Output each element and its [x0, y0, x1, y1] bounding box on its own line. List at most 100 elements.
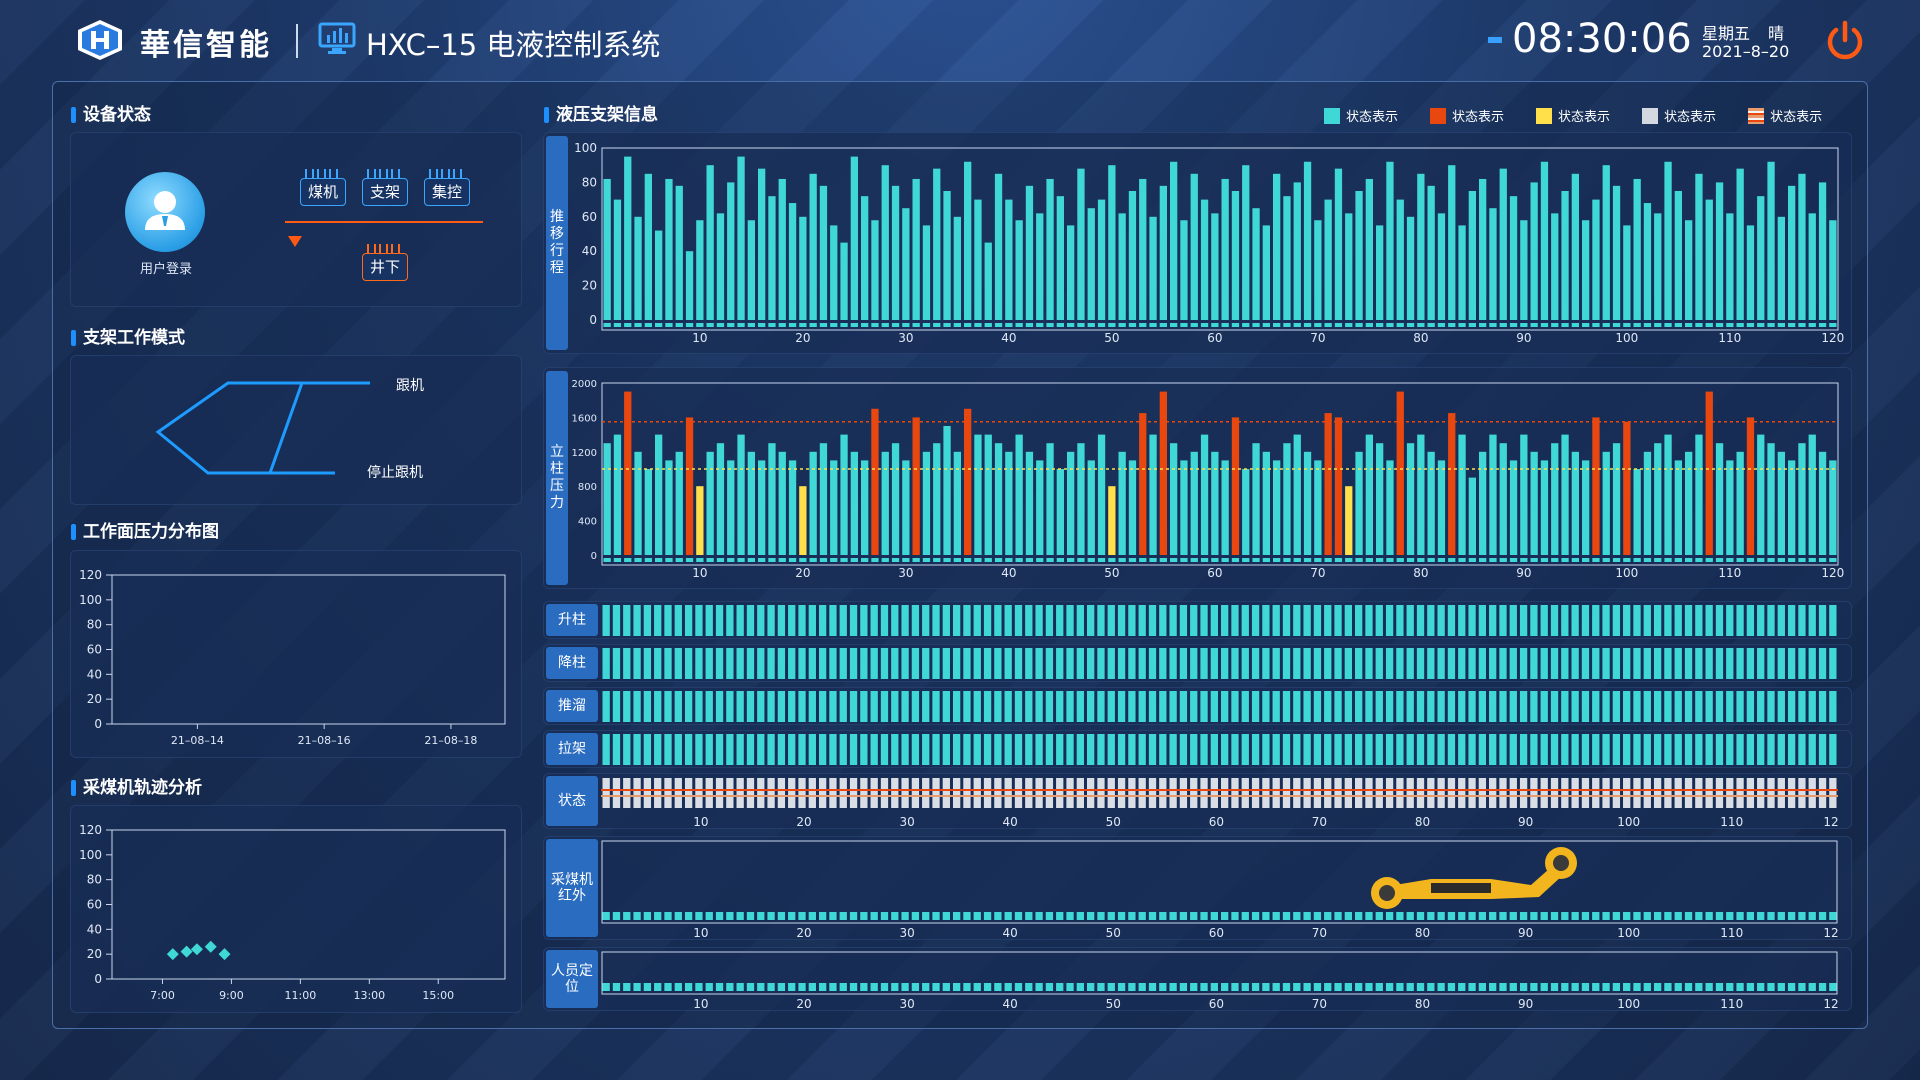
shearer-label[interactable]: 采煤机红外: [546, 839, 598, 937]
base-tick: [1685, 323, 1693, 327]
segment: [1097, 648, 1105, 679]
x-tick-label: 11:00: [285, 989, 317, 1002]
raise-strip: [602, 605, 1837, 636]
x-tick-label: 40: [1003, 997, 1018, 1011]
base-tick: [1520, 323, 1528, 327]
base-tick: [1746, 323, 1755, 327]
base-tick: [1108, 558, 1116, 562]
segment: [746, 648, 755, 679]
base-tick: [1654, 323, 1662, 327]
segment: [777, 648, 786, 679]
segment: [1695, 648, 1703, 679]
bar: [758, 460, 766, 555]
bar: [727, 182, 735, 320]
x-tick-label: 40: [1003, 926, 1018, 940]
segment: [1128, 691, 1136, 722]
shearer-cell: [1684, 912, 1693, 920]
segment: [1406, 691, 1414, 722]
segment: [643, 605, 652, 636]
support-button[interactable]: 支架: [362, 169, 408, 206]
y-tick-label: 400: [578, 517, 597, 528]
base-tick: [1036, 558, 1044, 562]
x-tick-label: 60: [1209, 997, 1224, 1011]
legend-swatch-yellow: [1536, 107, 1553, 124]
bar: [1829, 460, 1837, 555]
personnel-label[interactable]: 人员定位: [546, 950, 598, 1008]
shearer-cell: [1385, 912, 1394, 920]
segment: [1097, 691, 1105, 722]
coal-machine-button[interactable]: 煤机: [300, 169, 346, 206]
status-cell: [1004, 778, 1012, 808]
personnel-cell: [952, 983, 961, 991]
segment: [736, 605, 744, 636]
base-tick: [1592, 323, 1600, 327]
central-control-button[interactable]: 集控: [424, 169, 470, 206]
personnel-cell: [1004, 983, 1012, 991]
status-label[interactable]: 状态: [546, 776, 598, 826]
user-avatar[interactable]: [125, 172, 205, 252]
personnel-cell: [818, 983, 827, 991]
segment: [602, 648, 610, 679]
segment: [1056, 734, 1064, 765]
follow-mode-label[interactable]: 跟机: [396, 375, 424, 395]
base-tick: [974, 558, 982, 562]
bar: [1334, 168, 1343, 320]
segment: [788, 734, 796, 765]
bar: [1242, 165, 1250, 320]
segment: [911, 648, 920, 679]
segment: [715, 648, 724, 679]
segment: [1808, 648, 1816, 679]
segment: [1190, 648, 1198, 679]
bar: [1139, 178, 1147, 320]
underground-button[interactable]: 井下: [362, 244, 408, 281]
y-tick-label: 80: [87, 873, 102, 887]
segment: [1107, 648, 1115, 679]
base-tick: [1561, 558, 1569, 562]
base-tick: [1170, 558, 1178, 562]
segment: [1334, 691, 1342, 722]
user-login-label[interactable]: 用户登录: [118, 258, 214, 277]
bar: [1448, 165, 1456, 320]
pull-label[interactable]: 拉架: [546, 733, 598, 765]
segment: [1251, 691, 1260, 722]
lower-label[interactable]: 降柱: [546, 647, 598, 679]
status-cell: [1458, 778, 1466, 808]
base-tick: [747, 558, 755, 562]
bar: [655, 230, 663, 320]
bar: [850, 451, 858, 555]
bar: [1303, 161, 1312, 320]
raise-label[interactable]: 升柱: [546, 604, 598, 636]
base-tick: [1674, 323, 1682, 327]
personnel-cell: [1612, 983, 1621, 991]
bar: [953, 216, 961, 320]
base-tick: [1180, 558, 1188, 562]
base-tick: [768, 558, 776, 562]
segment: [1653, 691, 1662, 722]
base-tick: [1376, 323, 1384, 327]
stroke-label: 推移行程: [546, 136, 568, 350]
segment: [1107, 691, 1115, 722]
y-tick-label: 0: [591, 551, 597, 562]
segment: [1818, 691, 1827, 722]
segment: [1014, 734, 1023, 765]
stop-follow-mode-label[interactable]: 停止跟机: [367, 462, 423, 482]
shearer-cell: [674, 912, 682, 920]
y-tick-label: 2000: [572, 379, 597, 390]
push-label[interactable]: 推溜: [546, 690, 598, 722]
personnel-cell: [1633, 983, 1641, 991]
bar: [1767, 443, 1775, 555]
personnel-cell: [1159, 983, 1167, 991]
bar: [1221, 460, 1229, 555]
segment: [1293, 734, 1301, 765]
status-cell: [1664, 778, 1672, 808]
shearer-cell: [1592, 912, 1600, 920]
segment: [1159, 648, 1167, 679]
bar: [1448, 413, 1456, 555]
base-tick: [778, 558, 786, 562]
segment: [1746, 605, 1755, 636]
segment: [1540, 648, 1548, 679]
x-tick-label: 20: [796, 815, 811, 829]
power-icon[interactable]: [1822, 18, 1868, 64]
personnel-cell: [1241, 983, 1249, 991]
shearer-cell: [1200, 912, 1208, 920]
